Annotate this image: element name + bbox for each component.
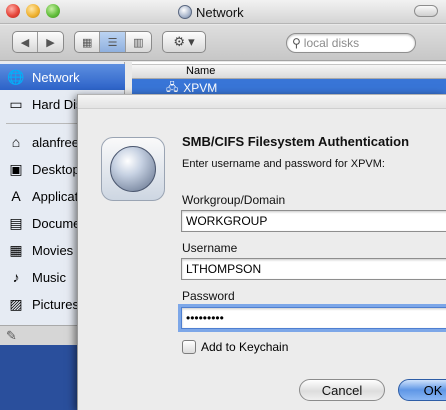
column-header-name[interactable]: Name bbox=[132, 64, 446, 79]
sidebar-item-label: Desktop bbox=[32, 161, 80, 177]
home-icon: ⌂ bbox=[11, 134, 21, 150]
keychain-label: Add to Keychain bbox=[201, 340, 289, 354]
globe-sphere bbox=[110, 146, 156, 192]
network-globe-icon bbox=[178, 5, 192, 19]
dialog-title: SMB/CIFS Filesystem Authentication bbox=[182, 134, 410, 149]
search-field[interactable]: ⚲ bbox=[286, 33, 416, 53]
sidebar-item-label: Music bbox=[32, 269, 66, 285]
back-button[interactable]: ◀ bbox=[13, 32, 39, 52]
password-field[interactable] bbox=[181, 307, 446, 329]
workgroup-field[interactable] bbox=[181, 210, 446, 232]
window-title-group: Network bbox=[178, 3, 244, 21]
ok-button[interactable]: OK bbox=[398, 379, 446, 401]
search-input[interactable] bbox=[303, 36, 409, 50]
window-title: Network bbox=[196, 4, 244, 20]
movies-icon: ▦ bbox=[9, 241, 23, 258]
minimize-button[interactable] bbox=[26, 4, 40, 18]
network-globe-icon bbox=[101, 137, 165, 201]
icon-view-button[interactable]: ▦ bbox=[75, 32, 101, 52]
sidebar-item-label: Pictures bbox=[32, 296, 79, 312]
sidebar-item-label: Network bbox=[32, 69, 80, 85]
back-forward-control: ◀ ▶ bbox=[12, 31, 64, 53]
dialog-message: Enter username and password for XPVM: bbox=[182, 158, 385, 170]
documents-icon: ▤ bbox=[9, 214, 23, 231]
column-view-icon: ▥ bbox=[133, 36, 144, 49]
title-bar[interactable]: Network bbox=[0, 0, 446, 24]
gear-icon: ⚙ bbox=[173, 34, 186, 49]
dialog-top-edge bbox=[78, 95, 446, 109]
music-icon: ♪ bbox=[12, 269, 20, 285]
sidebar-item-network[interactable]: 🌐 Network bbox=[0, 64, 125, 90]
column-view-button[interactable]: ▥ bbox=[126, 32, 151, 52]
list-item-name: XPVM bbox=[183, 81, 218, 95]
close-button[interactable] bbox=[6, 4, 20, 18]
workgroup-label: Workgroup/Domain bbox=[182, 193, 286, 207]
forward-button[interactable]: ▶ bbox=[38, 32, 63, 52]
password-label: Password bbox=[182, 289, 235, 303]
list-view-button[interactable]: ☰ bbox=[100, 32, 126, 52]
network-globe-icon: 🌐 bbox=[7, 68, 25, 85]
sidebar-item-label: Movies bbox=[32, 242, 74, 258]
username-label: Username bbox=[182, 241, 238, 255]
username-field[interactable] bbox=[181, 258, 446, 280]
keychain-option[interactable]: Add to Keychain bbox=[182, 340, 288, 354]
search-icon: ⚲ bbox=[292, 36, 301, 50]
toolbar-toggle-button[interactable] bbox=[414, 5, 438, 17]
cancel-button[interactable]: Cancel bbox=[299, 379, 385, 401]
list-view-icon: ☰ bbox=[107, 36, 118, 49]
edit-icon[interactable]: ✎ bbox=[6, 328, 17, 344]
back-arrow-icon: ◀ bbox=[20, 36, 30, 49]
toolbar: ◀ ▶ ▦ ☰ ▥ ⚙ ▾ ⚲ bbox=[0, 25, 446, 61]
icon-view-icon: ▦ bbox=[81, 36, 93, 49]
forward-arrow-icon: ▶ bbox=[46, 36, 55, 49]
action-menu-button[interactable]: ⚙ ▾ bbox=[162, 31, 206, 53]
keychain-checkbox[interactable] bbox=[182, 340, 196, 354]
zoom-button[interactable] bbox=[46, 4, 60, 18]
view-mode-control: ▦ ☰ ▥ bbox=[74, 31, 152, 53]
applications-icon: A bbox=[11, 188, 21, 204]
chevron-down-icon: ▾ bbox=[188, 34, 195, 49]
pictures-icon: ▨ bbox=[9, 295, 23, 312]
hard-disk-icon: ▭ bbox=[9, 95, 23, 112]
authentication-dialog: SMB/CIFS Filesystem Authentication Enter… bbox=[77, 94, 446, 410]
desktop-icon: ▣ bbox=[9, 160, 23, 177]
